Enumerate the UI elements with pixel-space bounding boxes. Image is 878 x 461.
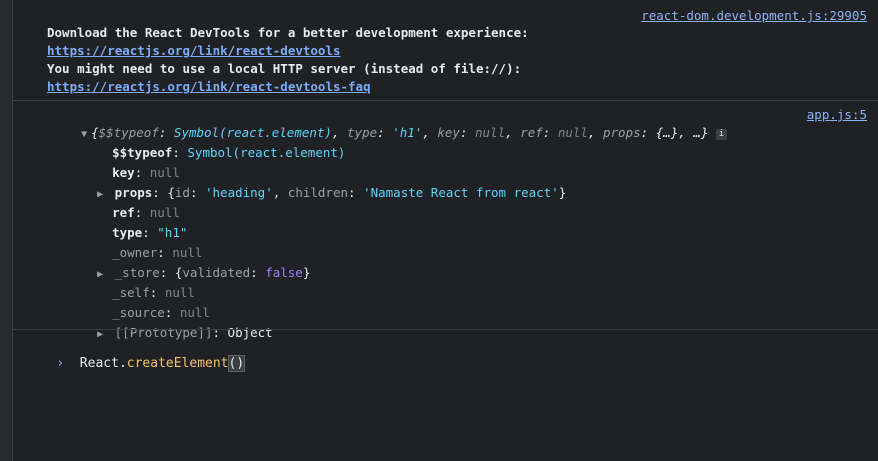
summary-tail: , …}: [678, 125, 709, 140]
brace: }: [302, 265, 311, 280]
console-prompt[interactable]: › React.createElement(): [25, 337, 246, 391]
source-link-app[interactable]: app.js:5: [807, 106, 867, 124]
summary-value: null: [557, 125, 588, 140]
prompt-chevron-icon: ›: [56, 356, 65, 371]
prompt-object: React: [79, 356, 119, 371]
prompt-parens: (): [227, 355, 246, 372]
console-panel: react-dom.development.js:29905 Download …: [13, 0, 878, 461]
devtools-faq-link[interactable]: https://reactjs.org/link/react-devtools-…: [47, 78, 371, 96]
property-value: 'Namaste React from react': [363, 185, 559, 200]
brace: }: [558, 185, 567, 200]
devtools-link[interactable]: https://reactjs.org/link/react-devtools: [47, 42, 341, 60]
log-separator: [13, 329, 878, 330]
message-line-1: Download the React DevTools for a better…: [47, 25, 529, 40]
message-line-2: You might need to use a local HTTP serve…: [47, 61, 522, 76]
source-link-react-dom[interactable]: react-dom.development.js:29905: [641, 7, 867, 25]
console-gutter: [0, 0, 13, 461]
prompt-function: createElement: [126, 356, 229, 371]
property-value: 'heading': [205, 185, 273, 200]
property-value: Symbol(react.element): [187, 145, 346, 160]
summary-value: {…}: [655, 125, 679, 140]
summary-key: ref: [520, 125, 543, 140]
summary-key: props: [603, 125, 641, 140]
prompt-dot: .: [118, 356, 127, 371]
property-value: false: [265, 265, 303, 280]
summary-key: key: [437, 125, 460, 140]
devtools-message: react-dom.development.js:29905 Download …: [13, 0, 878, 101]
summary-key: type: [347, 125, 378, 140]
summary-value: null: [475, 125, 506, 140]
info-icon[interactable]: i: [715, 129, 727, 140]
summary-value: 'h1': [392, 125, 423, 140]
property-subkey: children: [287, 185, 349, 200]
